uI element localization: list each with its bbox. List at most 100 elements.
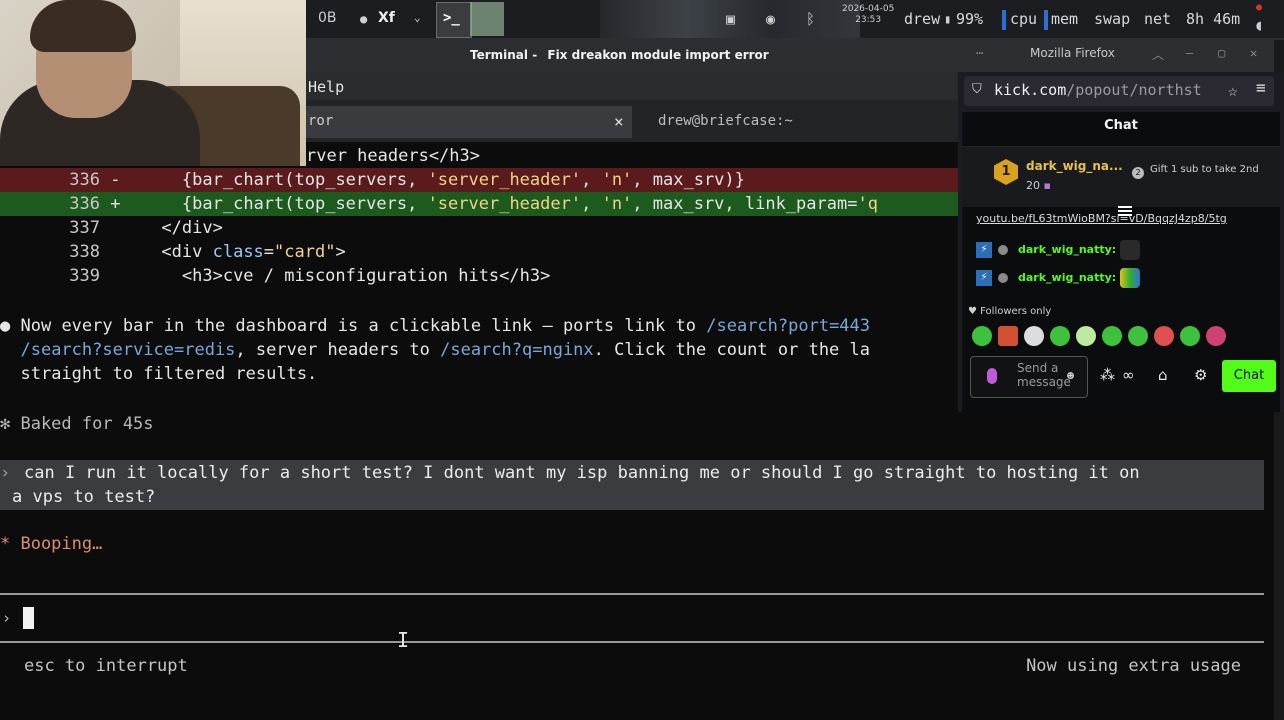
clock-time: 23:53 xyxy=(855,15,882,25)
menu-help[interactable]: Help xyxy=(308,78,344,96)
chat-username[interactable]: dark_wig_natty: xyxy=(1018,271,1116,284)
maximize-button[interactable]: ▢ xyxy=(1218,46,1225,60)
input-caret-icon: › xyxy=(2,609,12,627)
workspace-preview[interactable] xyxy=(470,2,504,36)
code-string: 'server_header' xyxy=(427,170,582,190)
status-interrupt-hint: esc to interrupt xyxy=(24,656,188,676)
ellipsis-icon[interactable]: ⋯ xyxy=(976,46,983,60)
emote-button[interactable] xyxy=(1024,326,1044,346)
url-text[interactable]: kick.com/popout/northst xyxy=(994,81,1234,99)
response-line-3: straight to filtered results. xyxy=(0,362,317,386)
status-usage-note: Now using extra usage xyxy=(1026,656,1241,676)
ibeam-mouse-icon: I xyxy=(397,628,410,652)
mic-icon[interactable] xyxy=(987,368,997,384)
record-icon: ● xyxy=(360,12,368,26)
response-text: . Click the count or the la xyxy=(593,340,870,360)
clock[interactable]: 2026-04-05 23:53 xyxy=(842,4,894,26)
user-label[interactable]: drew xyxy=(904,10,940,28)
code-text: rver headers</h3> xyxy=(306,146,480,166)
monitor-swap: swap xyxy=(1094,10,1131,28)
mem-meter xyxy=(1044,10,1048,30)
network-icon[interactable]: ◉ xyxy=(766,10,775,28)
url-link[interactable]: /search?port=443 xyxy=(706,316,870,336)
terminal-window-title[interactable]: Terminal - Fix dreakon module import err… xyxy=(470,48,769,62)
diff-partial-line: rver headers</h3> xyxy=(306,144,480,168)
minimize-button[interactable]: — xyxy=(1186,46,1193,60)
tab-close-icon[interactable]: × xyxy=(614,112,624,131)
store-icon[interactable]: ⌂ xyxy=(1158,366,1168,384)
emote-button[interactable] xyxy=(1128,326,1148,346)
emote-button[interactable] xyxy=(1102,326,1122,346)
user-prompt-line-1: can I run it locally for a short test? I… xyxy=(24,463,1140,483)
gift-icon: ▪ xyxy=(1043,179,1051,192)
menu-icon[interactable]: ≡ xyxy=(1256,78,1266,97)
sub-badge-icon xyxy=(998,273,1008,283)
gift-info-icon: 2 xyxy=(1132,167,1144,179)
code-attribute: class xyxy=(212,242,264,262)
kick-chat-panel: Chat 1 dark_wig_na... 20 ▪ 2 Gift 1 sub … xyxy=(962,112,1280,412)
input-divider-bottom xyxy=(0,641,1264,643)
infinity-icon[interactable]: ∞ xyxy=(1122,366,1135,384)
diff-marker: + xyxy=(110,194,121,214)
screen-icon[interactable]: ▣ xyxy=(726,10,735,28)
line-number: 338 xyxy=(69,242,100,262)
send-chat-button[interactable]: Chat xyxy=(1222,360,1276,392)
close-window-button[interactable]: ✕ xyxy=(1250,46,1257,60)
gifter-username[interactable]: dark_wig_na... xyxy=(1026,159,1123,173)
code-text: , max_srv)} xyxy=(632,170,745,190)
top-gifter-banner[interactable]: 1 dark_wig_na... 20 ▪ 2 Gift 1 sub to ta… xyxy=(962,146,1280,207)
emote-button[interactable] xyxy=(1206,326,1226,346)
input-divider-top xyxy=(0,593,1264,595)
chat-link[interactable]: youtu.be/fL63tmWioBM?si=vD/BqqzJ4zp8/5tg xyxy=(976,212,1276,225)
volume-icon[interactable]: ◖ xyxy=(1254,16,1263,34)
emote-button[interactable] xyxy=(1076,326,1096,346)
chat-username[interactable]: dark_wig_natty: xyxy=(1018,243,1116,256)
url-link[interactable]: /search?service=redis xyxy=(20,340,235,360)
circles-icon[interactable]: ⁂ xyxy=(1100,366,1115,384)
followers-only-notice: ♥ Followers only xyxy=(968,306,1051,317)
line-number: 337 xyxy=(69,218,100,238)
url-bar[interactable]: ⛉ kick.com/popout/northst ☆ xyxy=(964,76,1274,106)
clock-date: 2026-04-05 xyxy=(842,4,895,14)
tab-active[interactable]: ror × xyxy=(306,106,632,138)
notification-dot-icon: ● xyxy=(1256,2,1263,13)
code-text: , xyxy=(581,194,602,214)
gift-count-value: 20 xyxy=(1026,179,1040,192)
code-line-339: 339 <h3>cve / misconfiguration hits</h3> xyxy=(0,264,550,288)
emote-button[interactable] xyxy=(1050,326,1070,346)
emote-button[interactable] xyxy=(998,326,1018,346)
bookmark-star-icon[interactable]: ☆ xyxy=(1228,81,1238,100)
emoji-icon[interactable]: ☻ xyxy=(1067,369,1074,383)
site-info-icon[interactable]: ⛉ xyxy=(972,82,982,97)
code-text: {bar_chart(top_servers, xyxy=(181,194,428,214)
uptime: 8h 46m xyxy=(1186,10,1241,28)
terminal-title-text: Terminal - xyxy=(470,48,538,62)
emote-button[interactable] xyxy=(1180,326,1200,346)
firefox-window-title[interactable]: Mozilla Firefox xyxy=(1030,46,1115,60)
code-line-338: 338 <div class="card"> xyxy=(0,240,345,264)
bluetooth-icon[interactable]: ᛒ xyxy=(806,10,815,28)
bullet-icon: ● xyxy=(0,316,11,336)
shade-button[interactable]: ︿ xyxy=(1152,46,1164,63)
chat-message-input[interactable]: Send a message ☻ xyxy=(970,356,1088,398)
taskbar-item-xfce[interactable]: Xf xyxy=(378,10,395,26)
emote-button[interactable] xyxy=(1154,326,1174,346)
terminal-launcher-button[interactable]: >_ xyxy=(436,2,472,38)
text-cursor[interactable] xyxy=(23,607,34,629)
terminal-icon: >_ xyxy=(443,10,460,26)
cpu-meter xyxy=(1002,10,1006,30)
tab-drew-briefcase[interactable]: drew@briefcase:~ xyxy=(658,113,793,129)
url-host: kick.com xyxy=(994,81,1067,99)
gear-icon[interactable]: ⚙ xyxy=(1194,366,1207,384)
code-text: = xyxy=(263,242,275,262)
emote-button[interactable] xyxy=(972,326,992,346)
url-link[interactable]: /search?q=nginx xyxy=(440,340,594,360)
code-text: <h3>cve / misconfiguration hits</h3> xyxy=(181,266,551,286)
code-text: <div xyxy=(161,242,213,262)
response-text: , server headers to xyxy=(235,340,441,360)
code-text: </div> xyxy=(161,218,223,238)
chevron-down-icon[interactable]: ⌄ xyxy=(414,11,421,24)
code-line-337: 337 </div> xyxy=(0,216,223,240)
taskbar-item-hidden[interactable]: 0B xyxy=(318,10,337,26)
code-string: "card" xyxy=(274,242,336,262)
